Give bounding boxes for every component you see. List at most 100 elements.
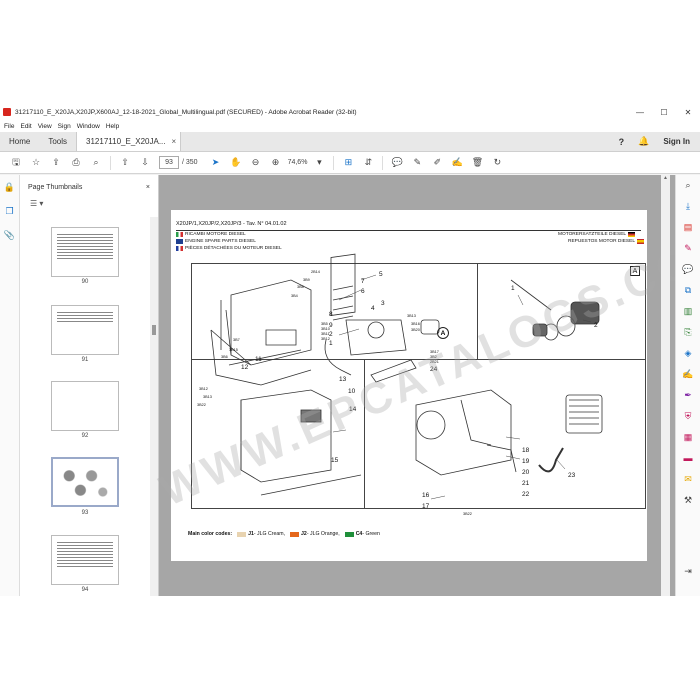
protect-icon[interactable]: ⛨: [676, 406, 700, 427]
edit-pdf-icon[interactable]: ✎: [676, 238, 700, 259]
page-number-input[interactable]: 93: [159, 156, 179, 169]
previous-page-icon[interactable]: ⇧: [115, 157, 135, 168]
callout: 23: [568, 472, 576, 479]
main-color-codes: Main color codes: J1 - JLG Cream, J2 - J…: [188, 531, 380, 537]
request-signature-icon[interactable]: ✒: [676, 385, 700, 406]
attachment-icon[interactable]: 📎: [0, 223, 19, 247]
callout: 19: [522, 458, 530, 465]
bell-icon[interactable]: 🔔: [638, 136, 649, 147]
thumbnail-page-91[interactable]: [51, 305, 119, 355]
part-code: 3B13: [407, 314, 416, 318]
search-tool-icon[interactable]: ⌕: [676, 175, 700, 196]
part-code: 3B20: [411, 328, 420, 332]
maximize-button[interactable]: ☐: [652, 108, 676, 117]
page-count: / 350: [182, 159, 198, 166]
draw-icon[interactable]: ✐: [427, 157, 447, 168]
thumbnails-scrollbar[interactable]: [150, 217, 158, 596]
thumbnail-number: 92: [81, 433, 89, 439]
collapse-pane-icon[interactable]: ⇥: [676, 561, 700, 582]
scan-ocr-icon[interactable]: ⎘: [676, 322, 700, 343]
rotate-icon[interactable]: ↻: [487, 157, 507, 168]
prepare-form-icon[interactable]: ▦: [676, 427, 700, 448]
bookmark-star-icon[interactable]: ☆: [26, 157, 46, 168]
save-icon[interactable]: 🖫: [6, 155, 26, 171]
tab-document[interactable]: 31217110_E_X20JA... ×: [76, 132, 182, 151]
tab-home[interactable]: Home: [0, 132, 39, 151]
tab-document-label: 31217110_E_X20JA...: [86, 137, 166, 146]
next-page-icon[interactable]: ⇩: [135, 157, 155, 168]
scroll-mode-icon[interactable]: ⇵: [358, 157, 378, 168]
search-icon[interactable]: ⌕: [86, 157, 106, 168]
combine-files-icon[interactable]: ⧉: [676, 280, 700, 301]
callout: 10: [348, 388, 356, 395]
upload-icon[interactable]: ⇪: [46, 157, 66, 168]
thumbnail-page-93[interactable]: [51, 457, 119, 507]
thumbnail-number: 93: [81, 510, 89, 516]
hand-tool-icon[interactable]: ✋: [226, 157, 246, 168]
send-for-comments-icon[interactable]: ✉: [676, 469, 700, 490]
select-cursor-icon[interactable]: ➤: [206, 157, 226, 168]
fill-sign-icon[interactable]: ✍: [447, 157, 467, 168]
toolbar: 🖫 ☆ ⇪ ⎙ ⌕ ⇧ ⇩ 93 / 350 ➤ ✋ ⊖ ⊕ 74,6% ▾ ⊞…: [0, 152, 700, 174]
zoom-out-icon[interactable]: ⊖: [246, 157, 266, 168]
part-code: 3B10: [321, 327, 330, 331]
callout: 6: [361, 288, 365, 295]
zoom-level[interactable]: 74,6%: [288, 159, 308, 166]
callout: 13: [339, 376, 347, 383]
menu-window[interactable]: Window: [77, 123, 100, 130]
fit-page-icon[interactable]: ⊞: [338, 157, 358, 168]
callout: 20: [522, 469, 530, 476]
callout: 11: [255, 356, 262, 363]
enhance-scan-icon[interactable]: ◈: [676, 343, 700, 364]
acrobat-window: 31217110_E_X20JA,X20JP,X600AJ_12-18-2021…: [0, 104, 700, 596]
thumbnail-page-94[interactable]: [51, 535, 119, 585]
minimize-button[interactable]: —: [628, 108, 652, 117]
comment-tool-icon[interactable]: 💬: [676, 259, 700, 280]
callout: 3: [381, 300, 385, 307]
menu-view[interactable]: View: [38, 123, 52, 130]
close-window-button[interactable]: ✕: [676, 108, 700, 117]
more-tools-icon[interactable]: ⚒: [676, 490, 700, 511]
detail-a-marker: A: [437, 327, 449, 339]
callout: 2: [594, 322, 598, 329]
menu-file[interactable]: File: [4, 123, 14, 130]
delete-icon[interactable]: 🗑: [467, 157, 487, 168]
menu-sign[interactable]: Sign: [58, 123, 71, 130]
color-codes-label: Main color codes:: [188, 531, 233, 537]
color-swatch-j1: [237, 531, 247, 537]
sign-in-button[interactable]: Sign In: [663, 137, 690, 146]
zoom-dropdown-icon[interactable]: ▾: [309, 157, 329, 168]
close-panel-icon[interactable]: ×: [146, 184, 150, 191]
part-code: 3B16: [411, 322, 420, 326]
callout: 17: [422, 503, 430, 510]
comment-icon[interactable]: 💬: [387, 157, 407, 168]
part-code: 2B21: [430, 360, 439, 364]
title-bar: 31217110_E_X20JA,X20JP,X600AJ_12-18-2021…: [0, 104, 700, 120]
help-icon[interactable]: ?: [619, 137, 625, 147]
print-icon[interactable]: ⎙: [66, 157, 86, 168]
organize-pages-icon[interactable]: ▥: [676, 301, 700, 322]
left-nav-rail: 🔒 ❐ 📎: [0, 175, 20, 596]
page-thumbnails-icon[interactable]: ❐: [0, 199, 19, 223]
thumbnail-page-90[interactable]: [51, 227, 119, 277]
color-swatch-c4: [344, 531, 354, 537]
document-view[interactable]: X20JP/1,X20JP/2,X20JP/3 - Tav. N° 04.01.…: [153, 175, 700, 596]
document-scrollbar[interactable]: ▲: [661, 175, 670, 596]
highlight-icon[interactable]: ✎: [407, 157, 427, 168]
close-tab-icon[interactable]: ×: [172, 137, 177, 146]
zoom-in-icon[interactable]: ⊕: [266, 157, 286, 168]
thumbnail-options-icon[interactable]: ☰ ▾: [20, 199, 158, 217]
fill-sign-tool-icon[interactable]: ✍: [676, 364, 700, 385]
callout: 1: [511, 285, 515, 292]
menu-help[interactable]: Help: [106, 123, 119, 130]
create-pdf-icon[interactable]: ▤: [676, 217, 700, 238]
export-pdf-icon[interactable]: ⤓: [676, 196, 700, 217]
redact-icon[interactable]: ▬: [676, 448, 700, 469]
part-code: 3B22: [463, 512, 472, 516]
lock-icon[interactable]: 🔒: [0, 175, 19, 199]
filter-detail-drawing: [510, 279, 600, 341]
callout: 22: [522, 491, 530, 498]
thumbnail-page-92[interactable]: [51, 381, 119, 431]
tab-tools[interactable]: Tools: [39, 132, 76, 151]
menu-edit[interactable]: Edit: [20, 123, 31, 130]
